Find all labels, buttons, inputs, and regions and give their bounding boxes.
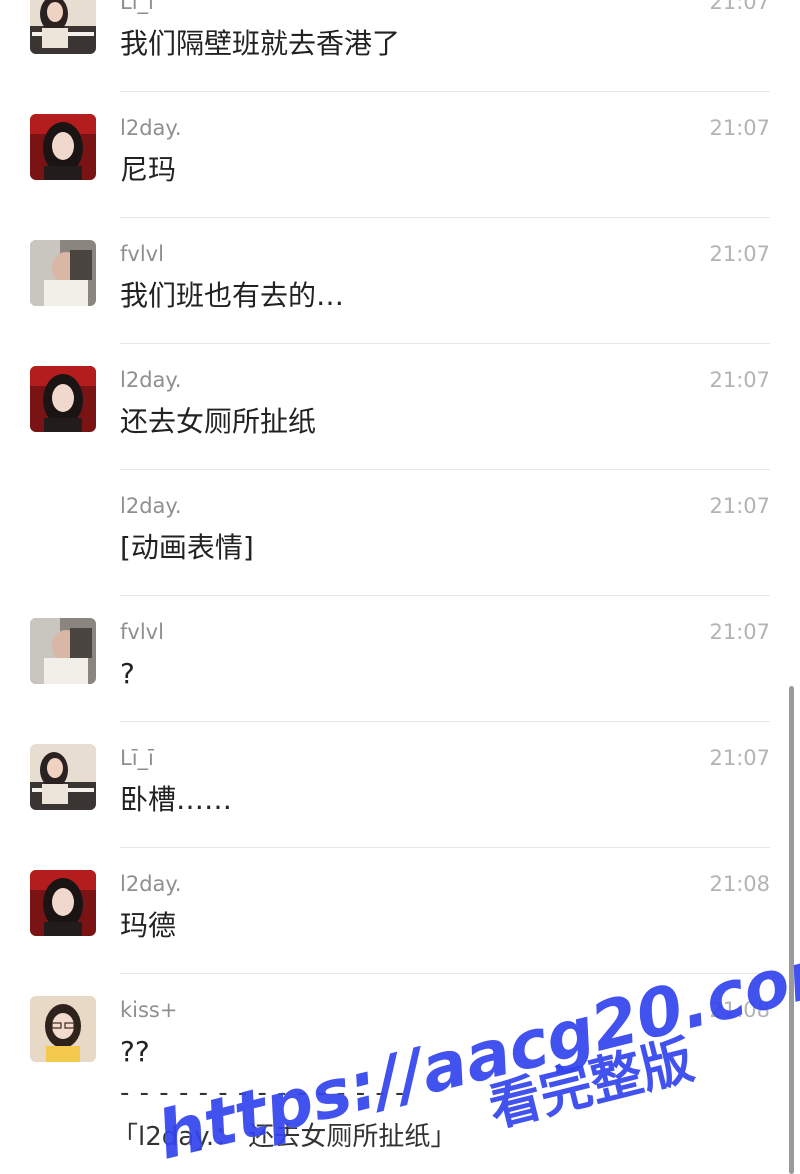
red-hair-girl-avatar[interactable] — [30, 114, 96, 180]
sender-name: l2day. — [120, 368, 182, 392]
message-time: 21:08 — [709, 872, 770, 896]
message-item[interactable]: l2day. 21:08 玛德 — [0, 848, 800, 974]
message-item[interactable]: kiss+ 21:08 ?? - - - - - - - - - - - - -… — [0, 974, 800, 1174]
message-item[interactable]: l2day. 21:07 还去女厕所扯纸 — [0, 344, 800, 470]
quote-separator: - - - - - - - - - - - - - - - — [120, 1078, 406, 1108]
girl-glasses-avatar[interactable] — [30, 996, 96, 1062]
message-time: 21:07 — [709, 242, 770, 266]
quoted-message[interactable]: 「l2day.： 还去女厕所扯纸」 — [112, 1120, 456, 1154]
message-time: 21:07 — [709, 0, 770, 14]
message-text: 我们隔壁班就去香港了 — [120, 27, 401, 60]
message-text: [动画表情] — [120, 531, 254, 564]
message-time: 21:07 — [709, 368, 770, 392]
sender-name: l2day. — [120, 872, 182, 896]
message-time: 21:07 — [709, 620, 770, 644]
sender-name: fvlvl — [120, 242, 164, 266]
sender-name: l2day. — [120, 494, 182, 518]
message-item[interactable]: fvlvl 21:07 我们班也有去的… — [0, 218, 800, 344]
scrollbar-thumb[interactable] — [789, 686, 794, 1174]
piano-girl-avatar[interactable] — [30, 744, 96, 810]
message-item[interactable]: fvlvl 21:07 ? — [0, 596, 800, 722]
sender-name: l2day. — [120, 116, 182, 140]
message-item[interactable]: l2day. 21:07 尼玛 — [0, 92, 800, 218]
message-text: 玛德 — [120, 909, 177, 942]
message-time: 21:07 — [709, 116, 770, 140]
red-hair-girl-avatar[interactable] — [30, 366, 96, 432]
message-text: 还去女厕所扯纸 — [120, 405, 317, 438]
message-item[interactable]: l2day. 21:07 [动画表情] — [0, 470, 800, 596]
chat-history-screen: Lī_ī 21:07 我们隔壁班就去香港了 l2day. 21:07 尼玛 fv… — [0, 0, 800, 1174]
message-list[interactable]: Lī_ī 21:07 我们隔壁班就去香港了 l2day. 21:07 尼玛 fv… — [0, 0, 800, 1174]
sender-name: Lī_ī — [120, 746, 154, 770]
red-hair-girl-avatar[interactable] — [30, 870, 96, 936]
boy-window-avatar[interactable] — [30, 618, 96, 684]
piano-girl-avatar[interactable] — [30, 0, 96, 54]
sender-name: kiss+ — [120, 998, 178, 1022]
message-text: 尼玛 — [120, 153, 177, 186]
message-time: 21:08 — [709, 998, 770, 1022]
message-text: 卧槽…… — [120, 783, 233, 816]
message-text: ?? — [120, 1035, 150, 1068]
sender-name: fvlvl — [120, 620, 164, 644]
message-item[interactable]: Lī_ī 21:07 我们隔壁班就去香港了 — [0, 0, 800, 92]
message-text: 我们班也有去的… — [120, 279, 345, 312]
boy-window-avatar[interactable] — [30, 240, 96, 306]
sender-name: Lī_ī — [120, 0, 154, 14]
message-time: 21:07 — [709, 494, 770, 518]
message-time: 21:07 — [709, 746, 770, 770]
message-item[interactable]: Lī_ī 21:07 卧槽…… — [0, 722, 800, 848]
message-text: ? — [120, 657, 135, 690]
